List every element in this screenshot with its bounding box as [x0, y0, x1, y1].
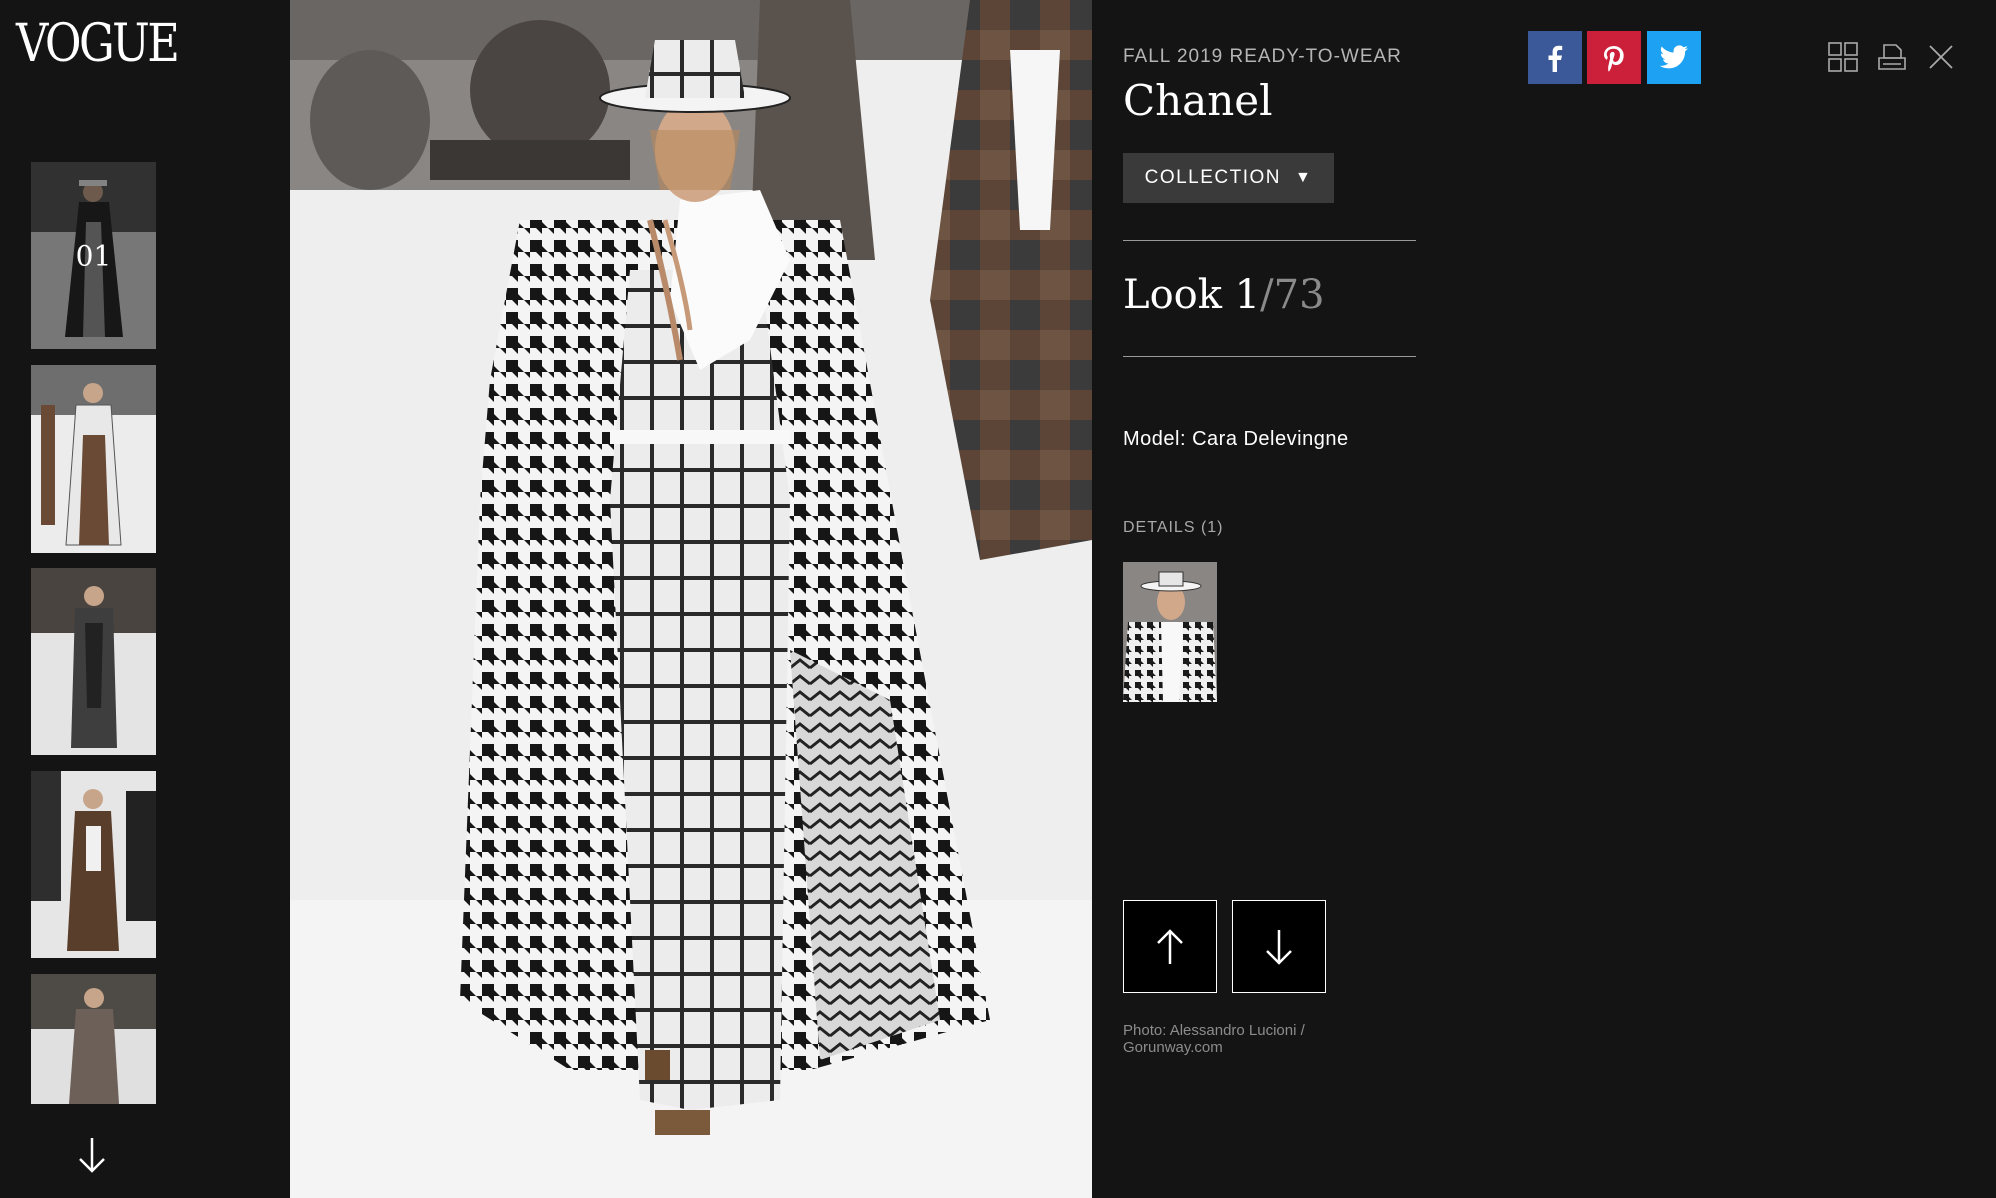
thumbnail-image [31, 771, 156, 958]
model-name: Model: Cara Delevingne [1123, 428, 1349, 450]
next-look-button[interactable] [1232, 900, 1326, 993]
previous-look-button[interactable] [1123, 900, 1217, 993]
collection-button-label: COLLECTION [1144, 167, 1282, 188]
detail-image [1123, 562, 1217, 702]
divider-top [1123, 240, 1416, 241]
close-icon [1929, 45, 1953, 69]
thumbnail-look-1[interactable]: 01 [31, 162, 156, 349]
close-button[interactable] [1924, 40, 1958, 74]
runway-look-image [290, 0, 1092, 1198]
divider-bottom [1123, 356, 1416, 357]
arrow-up-icon [1157, 928, 1183, 964]
look-detail-panel: FALL 2019 READY-TO-WEAR Chanel COLLECTIO… [1092, 0, 1996, 1198]
sidebar: VOGUE 01 [0, 0, 290, 1198]
season-label: FALL 2019 READY-TO-WEAR [1123, 46, 1402, 67]
thumbnail-look-2[interactable] [31, 365, 156, 553]
thumbnail-look-4[interactable] [31, 771, 156, 958]
facebook-icon [1548, 45, 1563, 72]
grid-icon [1828, 42, 1858, 72]
pinterest-share-button[interactable] [1587, 31, 1641, 84]
vogue-logo[interactable]: VOGUE [16, 18, 180, 70]
print-button[interactable] [1875, 40, 1909, 74]
caret-down-icon: ▼ [1295, 169, 1313, 186]
facebook-share-button[interactable] [1528, 31, 1582, 84]
thumbnail-image [31, 568, 156, 755]
arrow-down-icon [79, 1138, 105, 1173]
twitter-share-button[interactable] [1647, 31, 1701, 84]
runway-photo[interactable] [290, 0, 1092, 1198]
print-icon [1878, 44, 1906, 70]
look-number: Look 1 [1123, 272, 1261, 318]
twitter-icon [1659, 44, 1688, 68]
photo-credit: Photo: Alessandro Lucioni / Gorunway.com [1123, 1022, 1305, 1056]
thumbnail-look-3[interactable] [31, 568, 156, 755]
thumbnail-number: 01 [75, 239, 112, 272]
thumbnail-look-5[interactable] [31, 974, 156, 1104]
pinterest-icon [1604, 45, 1624, 71]
thumbnail-image [31, 974, 156, 1104]
look-counter: Look 1/73 [1123, 272, 1325, 318]
thumbnail-image [31, 365, 156, 553]
designer-name[interactable]: Chanel [1123, 76, 1273, 125]
details-label: DETAILS (1) [1123, 519, 1224, 536]
collection-dropdown-button[interactable]: COLLECTION ▼ [1123, 153, 1334, 203]
grid-view-button[interactable] [1826, 40, 1860, 74]
arrow-down-icon [1266, 929, 1292, 965]
look-total: /73 [1260, 272, 1325, 318]
sidebar-scroll-down-button[interactable] [72, 1132, 112, 1176]
detail-thumbnail[interactable] [1123, 562, 1217, 702]
